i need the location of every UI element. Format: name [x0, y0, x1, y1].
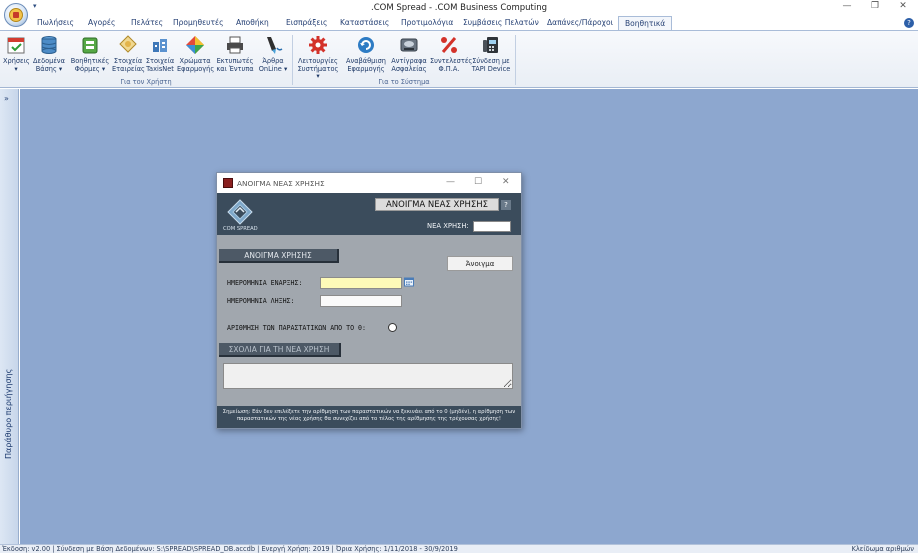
num-lock-indicator: Κλείδωμα αριθμών [851, 545, 914, 553]
update-application-label-2: Εφαρμογής [347, 64, 385, 73]
tapi-device-label-2: TAPI Device [471, 64, 511, 73]
app-menu-button[interactable] [4, 3, 28, 27]
calendar-icon [7, 37, 25, 54]
dialog-app-icon [223, 178, 233, 188]
tab-purchases[interactable]: Αγορές [88, 18, 115, 27]
backup-icon [400, 38, 418, 52]
dialog-heading: ΑΝΟΙΓΜΑ ΝΕΑΣ ΧΡΗΣΗΣ [375, 198, 499, 211]
database-data-label-2: Βάσης ▾ [35, 64, 63, 73]
company-details-button[interactable]: Στοιχεία Εταιρείας [112, 34, 145, 73]
backup-button[interactable]: Αντίγραφα Ασφαλείας [389, 34, 429, 73]
logo-text: COM SPREAD [223, 226, 258, 232]
company-details-label-2: Εταιρείας [112, 64, 145, 73]
dialog-note: Σημείωση: Εάν δεν επιλέξετε την αρίθμηση… [217, 406, 521, 428]
dialog-title-bar[interactable]: ΑΝΟΙΓΜΑ ΝΕΑΣ ΧΡΗΣΗΣ — ☐ ✕ [217, 173, 521, 193]
printer-icon [227, 36, 243, 54]
tapi-phone-icon [483, 37, 498, 53]
start-date-field[interactable] [320, 277, 402, 289]
close-window-button[interactable]: ✕ [889, 1, 917, 15]
navigation-pane-label[interactable]: Παράθυρο περιήγησης [4, 369, 13, 459]
tab-reports[interactable]: Καταστάσεις [340, 18, 389, 27]
comments-section-tab[interactable]: ΣΧΟΛΙΑ ΓΙΑ ΤΗ ΝΕΑ ΧΡΗΣΗ [219, 343, 341, 357]
auxiliary-forms-label-2: Φόρμες ▾ [74, 64, 106, 73]
open-year-section-tab[interactable]: ΑΝΟΙΓΜΑ ΧΡΗΣΗΣ [219, 249, 339, 263]
help-icon[interactable]: ? [904, 18, 914, 28]
minimize-window-button[interactable]: — [833, 1, 861, 15]
numbering-from-zero-radio[interactable] [388, 323, 397, 332]
app-logo-icon [9, 8, 23, 22]
system-gear-icon [309, 36, 327, 54]
new-year-field[interactable] [473, 221, 511, 232]
status-bar: Έκδοση: v2.00 | Σύνδεση με Βάση Δεδομένω… [0, 544, 918, 553]
dialog-body: COM SPREAD ΑΝΟΙΓΜΑ ΝΕΑΣ ΧΡΗΣΗΣ ? ΝΕΑ ΧΡΗ… [217, 193, 521, 428]
fiscal-years-button[interactable]: Χρήσεις ▾ [3, 34, 30, 73]
articles-icon [267, 37, 283, 54]
tab-suppliers[interactable]: Προμηθευτές [173, 18, 223, 27]
printers-forms-button[interactable]: Εκτυπωτές και Έντυπα [215, 34, 255, 73]
vat-rates-label-2: Φ.Π.Α. [438, 64, 460, 73]
application-colors-label-2: Εφαρμογής [177, 64, 215, 73]
taxisnet-details-label-2: TaxisNet [146, 64, 174, 73]
dialog-minimize-button[interactable]: — [446, 177, 455, 187]
group-label-user: Για τον Χρήστη [120, 78, 172, 86]
ribbon: Χρήσεις ▾ Δεδομένα Βάσης ▾ Βοηθητικές Φό… [0, 30, 918, 88]
restore-window-button[interactable]: ❐ [861, 1, 889, 15]
start-date-label: ΗΜΕΡΟΜΗΝΙΑ ΕΝΑΡΞΗΣ: [227, 279, 303, 287]
expand-nav-pane-icon[interactable]: » [4, 94, 9, 103]
tab-receipts[interactable]: Εισπράξεις [286, 18, 327, 27]
auxiliary-forms-button[interactable]: Βοηθητικές Φόρμες ▾ [69, 34, 111, 73]
system-functions-button[interactable]: Λειτουργίες Συστήματος ▾ [295, 34, 341, 81]
update-icon [358, 37, 374, 53]
dialog-close-button[interactable]: ✕ [502, 177, 510, 187]
tab-warehouse[interactable]: Αποθήκη [236, 18, 269, 27]
tab-pro-invoices[interactable]: Προτιμολόγια [401, 18, 453, 27]
ribbon-group-separator [292, 35, 293, 85]
dialog-maximize-button[interactable]: ☐ [474, 177, 482, 187]
tab-customer-contracts[interactable]: Συμβάσεις Πελατών [463, 18, 539, 27]
update-application-button[interactable]: Αναβάθμιση Εφαρμογής [344, 34, 388, 73]
database-data-button[interactable]: Δεδομένα Βάσης ▾ [31, 34, 67, 73]
forms-icon [82, 37, 98, 54]
navigation-pane[interactable]: » Παράθυρο περιήγησης [0, 89, 19, 544]
calendar-picker-icon[interactable] [404, 277, 414, 287]
dialog-header-band: COM SPREAD ΑΝΟΙΓΜΑ ΝΕΑΣ ΧΡΗΣΗΣ ? ΝΕΑ ΧΡΗ… [217, 193, 521, 235]
comments-textarea[interactable] [223, 363, 513, 389]
com-spread-logo-icon [227, 199, 253, 225]
dialog-title: ΑΝΟΙΓΜΑ ΝΕΑΣ ΧΡΗΣΗΣ [237, 179, 325, 188]
tab-expenses-providers[interactable]: Δαπάνες/Πάροχοι [547, 18, 613, 27]
tapi-device-button[interactable]: Σύνδεση με TAPI Device [470, 34, 512, 73]
online-articles-label-2: OnLine ▾ [258, 64, 288, 73]
new-fiscal-year-dialog: ΑΝΟΙΓΜΑ ΝΕΑΣ ΧΡΗΣΗΣ — ☐ ✕ COM SPREAD ΑΝΟ… [216, 172, 522, 429]
open-button[interactable]: Άνοιγμα [447, 256, 513, 271]
dialog-help-icon[interactable]: ? [501, 200, 511, 210]
taxisnet-details-button[interactable]: Στοιχεία TaxisNet [145, 34, 175, 73]
application-colors-button[interactable]: Χρώματα Εφαρμογής [177, 34, 215, 73]
database-icon [41, 36, 57, 54]
ribbon-tab-row: Πωλήσεις Αγορές Πελάτες Προμηθευτές Αποθ… [0, 16, 918, 30]
end-date-field[interactable] [320, 295, 402, 307]
end-date-label: ΗΜΕΡΟΜΗΝΙΑ ΛΗΞΗΣ: [227, 297, 295, 305]
vat-rates-button[interactable]: Συντελεστές Φ.Π.Α. [430, 34, 472, 73]
online-articles-button[interactable]: Άρθρα OnLine ▾ [257, 34, 289, 73]
tab-sales[interactable]: Πωλήσεις [37, 18, 74, 27]
taxisnet-icon [153, 39, 167, 52]
palette-icon [186, 36, 204, 54]
printers-forms-label-2: και Έντυπα [216, 64, 254, 73]
percent-icon [441, 37, 457, 53]
backup-label-2: Ασφαλείας [391, 64, 427, 73]
tab-utilities[interactable]: Βοηθητικά [618, 16, 673, 30]
new-year-label: ΝΕΑ ΧΡΗΣΗ: [427, 222, 469, 230]
ribbon-group-separator [515, 35, 516, 85]
tab-customers[interactable]: Πελάτες [131, 18, 163, 27]
fiscal-years-dropdown-icon: ▾ [14, 64, 18, 73]
group-label-system: Για το Σύστημα [378, 78, 430, 86]
status-text: Έκδοση: v2.00 | Σύνδεση με Βάση Δεδομένω… [2, 545, 458, 553]
window-title: .COM Spread - .COM Business Computing [371, 3, 547, 13]
numbering-from-zero-label: ΑΡΙΘΜΗΣΗ ΤΩΝ ΠΑΡΑΣΤΑΤΙΚΩΝ ΑΠΟ ΤΟ 0: [227, 324, 366, 332]
window-title-bar: ▾ .COM Spread - .COM Business Computing … [0, 0, 918, 27]
company-icon [119, 35, 137, 53]
